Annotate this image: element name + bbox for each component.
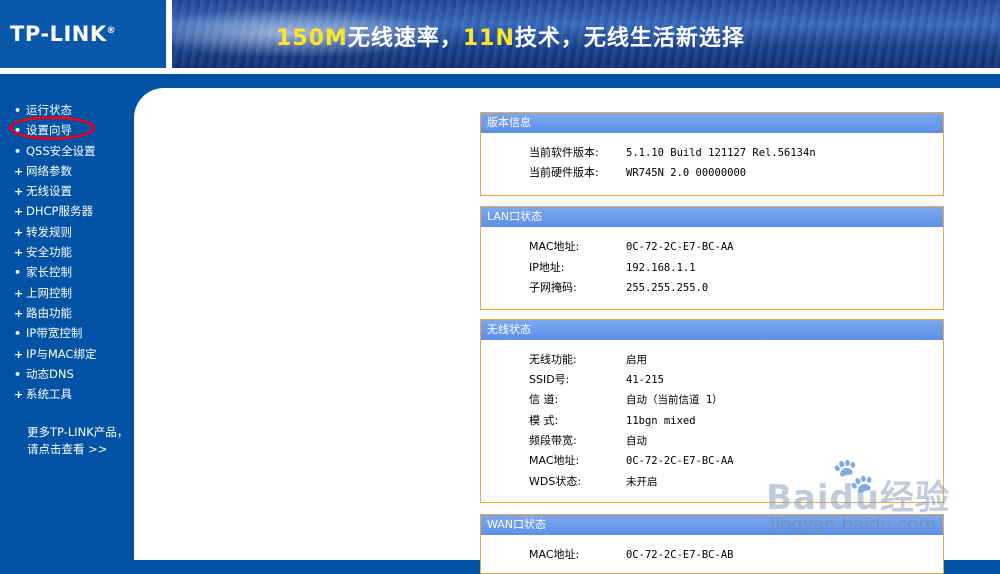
- sidebar-item-network[interactable]: + 网络参数: [14, 161, 96, 181]
- expand-plus-icon: +: [14, 347, 24, 361]
- panel-title: WAN口状态: [481, 515, 943, 535]
- expand-plus-icon: +: [14, 388, 24, 402]
- info-row: 频段带宽: 自动: [529, 434, 647, 447]
- panel-title: 无线状态: [481, 320, 943, 340]
- bullet-icon: •: [14, 327, 22, 341]
- sidebar-item-access-control[interactable]: + 上网控制: [14, 283, 96, 303]
- info-row: 子网掩码: 255.255.255.0: [529, 281, 709, 294]
- main-content: 版本信息 当前软件版本: 5.1.10 Build 121127 Rel.5613…: [134, 88, 1000, 574]
- info-row: 信 道: 自动（当前信道 1）: [529, 393, 723, 406]
- panel-title: LAN口状态: [481, 207, 943, 227]
- expand-plus-icon: +: [14, 164, 24, 178]
- sidebar-item-wireless[interactable]: + 无线设置: [14, 181, 96, 201]
- bullet-icon: •: [14, 124, 22, 138]
- sidebar-nav: • 运行状态 • 设置向导 • QSS安全设置 + 网络参数 + 无线设置 + DHCP服务…: [0, 88, 134, 560]
- sidebar-item-setup-wizard[interactable]: • 设置向导: [14, 120, 96, 140]
- info-row: MAC地址: 0C-72-2C-E7-BC-AA: [529, 454, 734, 467]
- header-banner: 150M无线速率，11N技术，无线生活新选择: [172, 0, 1000, 68]
- bullet-icon: •: [14, 266, 22, 280]
- wan-status-panel: WAN口状态 MAC地址: 0C-72-2C-E7-BC-AB: [480, 514, 944, 574]
- info-row: WDS状态: 未开启: [529, 475, 658, 488]
- info-row: 模 式: 11bgn mixed: [529, 414, 696, 427]
- info-row: MAC地址: 0C-72-2C-E7-BC-AA: [529, 240, 734, 253]
- expand-plus-icon: +: [14, 225, 24, 239]
- sidebar-item-ddns[interactable]: • 动态DNS: [14, 364, 96, 384]
- sidebar-item-system-tools[interactable]: + 系统工具: [14, 384, 96, 404]
- header: TP-LINK® 150M无线速率，11N技术，无线生活新选择: [0, 0, 1000, 88]
- banner-slogan: 150M无线速率，11N技术，无线生活新选择: [276, 26, 745, 51]
- sidebar-item-forwarding[interactable]: + 转发规则: [14, 222, 96, 242]
- expand-plus-icon: +: [14, 205, 24, 219]
- sidebar-item-running-status[interactable]: • 运行状态: [14, 100, 96, 120]
- expand-plus-icon: +: [14, 246, 24, 260]
- sidebar-item-dhcp[interactable]: + DHCP服务器: [14, 201, 96, 221]
- expand-plus-icon: +: [14, 286, 24, 300]
- info-row: 无线功能: 启用: [529, 353, 647, 366]
- info-row: 当前硬件版本: WR745N 2.0 00000000: [529, 166, 747, 179]
- version-info-panel: 版本信息 当前软件版本: 5.1.10 Build 121127 Rel.5613…: [480, 112, 944, 196]
- sidebar-item-ip-mac-binding[interactable]: + IP与MAC绑定: [14, 344, 96, 364]
- lan-status-panel: LAN口状态 MAC地址: 0C-72-2C-E7-BC-AA IP地址: 192.…: [480, 206, 944, 310]
- more-products-link[interactable]: 更多TP-LINK产品， 请点击查看 >>: [27, 424, 128, 458]
- logo-area: TP-LINK®: [0, 0, 166, 68]
- info-row: IP地址: 192.168.1.1: [529, 261, 696, 274]
- sidebar-item-security[interactable]: + 安全功能: [14, 242, 96, 262]
- wireless-status-panel: 无线状态 无线功能: 启用 SSID号: 41-215 信 道: 自动（当前信道 1）…: [480, 319, 944, 503]
- bullet-icon: •: [14, 367, 22, 381]
- sidebar-item-routing[interactable]: + 路由功能: [14, 303, 96, 323]
- bullet-icon: •: [14, 104, 22, 117]
- bullet-icon: •: [14, 144, 22, 158]
- tp-link-logo: TP-LINK®: [10, 22, 117, 46]
- sidebar-item-parental-control[interactable]: • 家长控制: [14, 262, 96, 282]
- info-row: SSID号: 41-215: [529, 373, 664, 386]
- sidebar-item-bandwidth-control[interactable]: • IP带宽控制: [14, 323, 96, 343]
- panel-title: 版本信息: [481, 113, 943, 133]
- expand-plus-icon: +: [14, 185, 24, 199]
- sidebar-menu: • 运行状态 • 设置向导 • QSS安全设置 + 网络参数 + 无线设置 + DHCP服务…: [14, 100, 96, 404]
- sidebar-item-qss[interactable]: • QSS安全设置: [14, 141, 96, 161]
- info-row: 当前软件版本: 5.1.10 Build 121127 Rel.56134n: [529, 146, 816, 159]
- expand-plus-icon: +: [14, 306, 24, 320]
- info-row: MAC地址: 0C-72-2C-E7-BC-AB: [529, 548, 734, 561]
